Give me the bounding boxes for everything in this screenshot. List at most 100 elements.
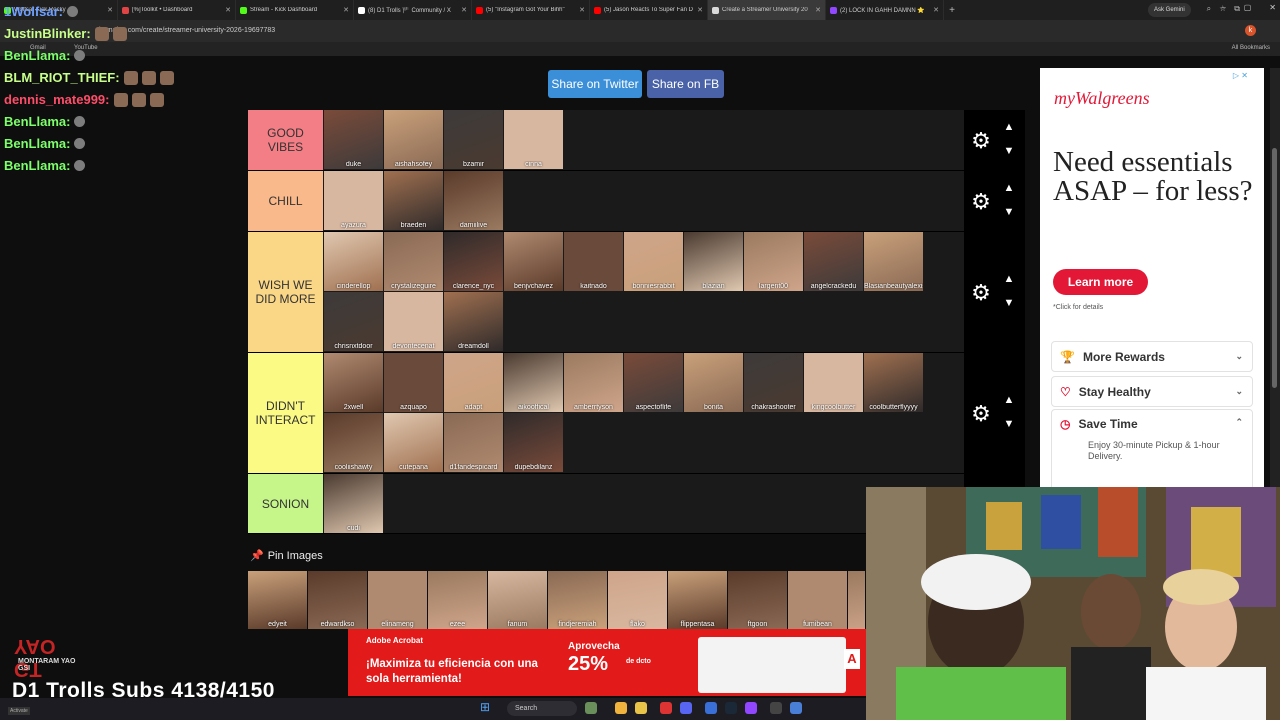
chat-username[interactable]: BLM_RIOT_THIEF: bbox=[4, 70, 120, 85]
accordion-more-rewards[interactable]: 🏆 More Rewards ⌄ bbox=[1051, 341, 1253, 372]
gear-icon[interactable]: ⚙ bbox=[970, 402, 992, 425]
tier-item[interactable]: bonita bbox=[684, 353, 743, 412]
url-field[interactable]: tiermaker.com/create/streamer-university… bbox=[95, 23, 1175, 39]
tier-item[interactable]: kaitnado bbox=[564, 232, 623, 291]
pin-image[interactable]: fanum bbox=[488, 571, 547, 629]
taskbar-app-icon[interactable] bbox=[790, 702, 802, 714]
chevron-down-icon[interactable]: ▼ bbox=[1002, 145, 1016, 157]
browser-tab[interactable]: (5) "Instagram Got Your Bihh" ✕ bbox=[472, 0, 590, 20]
chrome-icon[interactable] bbox=[615, 702, 627, 714]
steam-icon[interactable] bbox=[725, 702, 737, 714]
profile-avatar[interactable]: k bbox=[1245, 25, 1256, 36]
close-tab-icon[interactable]: ✕ bbox=[579, 6, 585, 14]
tier-label[interactable]: SONION bbox=[248, 474, 323, 533]
tier-label[interactable]: CHILL bbox=[248, 171, 323, 231]
share-twitter-button[interactable]: Share on Twitter bbox=[548, 70, 642, 98]
extensions-icon[interactable]: ⧉ bbox=[1234, 4, 1240, 14]
bookmark-star-icon[interactable]: ☆ bbox=[1219, 4, 1226, 14]
tier-label[interactable]: WISH WE DID MORE bbox=[248, 232, 323, 352]
pin-image[interactable]: flippentasa bbox=[668, 571, 727, 629]
accordion-save-time[interactable]: ◷ Save Time ⌃ Enjoy 30-minute Pickup & 1… bbox=[1051, 409, 1253, 499]
chevron-down-icon[interactable]: ▼ bbox=[1002, 297, 1016, 309]
tier-item[interactable]: 2xwell bbox=[324, 353, 383, 412]
tier-item[interactable]: aishahsofey bbox=[384, 110, 443, 169]
tier-item[interactable]: blazian bbox=[684, 232, 743, 291]
tier-item[interactable]: cinna bbox=[504, 110, 563, 169]
ask-gemini-button[interactable]: Ask Gemini bbox=[1148, 3, 1191, 17]
chevron-down-icon[interactable]: ▼ bbox=[1002, 206, 1016, 218]
pin-image[interactable]: edwardkso bbox=[308, 571, 367, 629]
all-bookmarks[interactable]: All Bookmarks bbox=[1232, 45, 1270, 51]
tier-item[interactable]: bonniesrabbit bbox=[624, 232, 683, 291]
discord-icon[interactable] bbox=[680, 702, 692, 714]
tier-item[interactable]: duke bbox=[324, 110, 383, 169]
tier-item[interactable]: kingcoolbutter bbox=[804, 353, 863, 412]
page-scrollbar[interactable] bbox=[1270, 68, 1280, 488]
tier-item[interactable]: chakrashooter bbox=[744, 353, 803, 412]
tier-item[interactable]: chrisnxtdoor bbox=[324, 292, 383, 351]
taskbar-app-icon[interactable] bbox=[585, 702, 597, 714]
chat-username[interactable]: BenLlama: bbox=[4, 114, 70, 129]
tier-item[interactable]: largent00 bbox=[744, 232, 803, 291]
pin-image[interactable]: findjeremiah bbox=[548, 571, 607, 629]
tier-item[interactable]: damiilive bbox=[444, 171, 503, 230]
chat-username[interactable]: BenLlama: bbox=[4, 158, 70, 173]
chat-username[interactable]: BenLlama: bbox=[4, 136, 70, 151]
close-tab-icon[interactable]: ✕ bbox=[815, 6, 821, 14]
tier-item[interactable]: d1fandespicard bbox=[444, 413, 503, 472]
taskbar-app-icon[interactable] bbox=[705, 702, 717, 714]
learn-more-button[interactable]: Learn more bbox=[1053, 269, 1148, 295]
browser-tab[interactable]: (2) LOCK IN GAHH DAMNN ⭐ ✕ bbox=[826, 0, 944, 20]
scrollbar-thumb[interactable] bbox=[1272, 148, 1277, 388]
chat-username[interactable]: 1Wolfsar: bbox=[4, 4, 63, 19]
tier-item[interactable]: dreamdoll bbox=[444, 292, 503, 351]
chevron-up-icon[interactable]: ▲ bbox=[1002, 394, 1016, 406]
adobe-ad[interactable]: Adobe Acrobat ¡Maximiza tu eficiencia co… bbox=[348, 629, 866, 696]
gear-icon[interactable]: ⚙ bbox=[970, 281, 992, 304]
tier-item[interactable]: dupebdilanz bbox=[504, 413, 563, 472]
tier-item[interactable]: benjvchavez bbox=[504, 232, 563, 291]
pin-image[interactable]: flako bbox=[608, 571, 667, 629]
close-window-button[interactable]: ✕ bbox=[1269, 3, 1276, 12]
gear-icon[interactable]: ⚙ bbox=[970, 190, 992, 213]
tier-item[interactable]: amberrtyson bbox=[564, 353, 623, 412]
tier-item[interactable]: cutepana bbox=[384, 413, 443, 472]
tier-item[interactable]: aikooffical bbox=[504, 353, 563, 412]
tier-item[interactable]: angelcrackedu bbox=[804, 232, 863, 291]
tier-item[interactable]: Blasianbeautyalexis bbox=[864, 232, 923, 291]
taskbar-app-icon[interactable] bbox=[745, 702, 757, 714]
tier-item[interactable]: crystalizeguire bbox=[384, 232, 443, 291]
tier-item[interactable]: cinderellop bbox=[324, 232, 383, 291]
folder-icon[interactable] bbox=[635, 702, 647, 714]
pin-image[interactable]: elinameng bbox=[368, 571, 427, 629]
browser-tab[interactable]: Stream - Kick Dashboard ✕ bbox=[236, 0, 354, 20]
accordion-stay-healthy[interactable]: ♡ Stay Healthy ⌄ bbox=[1051, 376, 1253, 407]
pin-image[interactable]: edyeit bbox=[248, 571, 307, 629]
windows-start-icon[interactable]: ⊞ bbox=[480, 701, 492, 713]
close-tab-icon[interactable]: ✕ bbox=[225, 6, 231, 14]
taskbar-search[interactable]: Search bbox=[507, 701, 577, 716]
tier-item[interactable]: coolbutterflyyyy bbox=[864, 353, 923, 412]
tier-item[interactable]: devontecenat bbox=[384, 292, 443, 351]
share-fb-button[interactable]: Share on FB bbox=[647, 70, 724, 98]
tier-item[interactable]: braeden bbox=[384, 171, 443, 230]
close-tab-icon[interactable]: ✕ bbox=[933, 6, 939, 14]
close-tab-icon[interactable]: ✕ bbox=[107, 6, 113, 14]
pin-image[interactable]: ezee bbox=[428, 571, 487, 629]
browser-tab[interactable]: (5) Jason Reacts To Super Fan D ✕ bbox=[590, 0, 708, 20]
chevron-up-icon[interactable]: ▲ bbox=[1002, 182, 1016, 194]
obs-icon[interactable] bbox=[770, 702, 782, 714]
chat-username[interactable]: dennis_mate999: bbox=[4, 92, 110, 107]
chevron-up-icon[interactable]: ▲ bbox=[1002, 121, 1016, 133]
close-tab-icon[interactable]: ✕ bbox=[343, 6, 349, 14]
chat-username[interactable]: JustinBlinker: bbox=[4, 26, 91, 41]
new-tab-button[interactable]: + bbox=[944, 5, 960, 16]
tier-label[interactable]: DIDN'T INTERACT bbox=[248, 353, 323, 473]
chevron-up-icon[interactable]: ▲ bbox=[1002, 273, 1016, 285]
tier-item[interactable]: azquapo bbox=[384, 353, 443, 412]
gear-icon[interactable]: ⚙ bbox=[970, 129, 992, 152]
pin-image[interactable]: fumibean bbox=[788, 571, 847, 629]
tier-item[interactable]: adapt bbox=[444, 353, 503, 412]
pin-image[interactable]: guzz bbox=[848, 571, 865, 629]
pin-image[interactable]: ftgoon bbox=[728, 571, 787, 629]
